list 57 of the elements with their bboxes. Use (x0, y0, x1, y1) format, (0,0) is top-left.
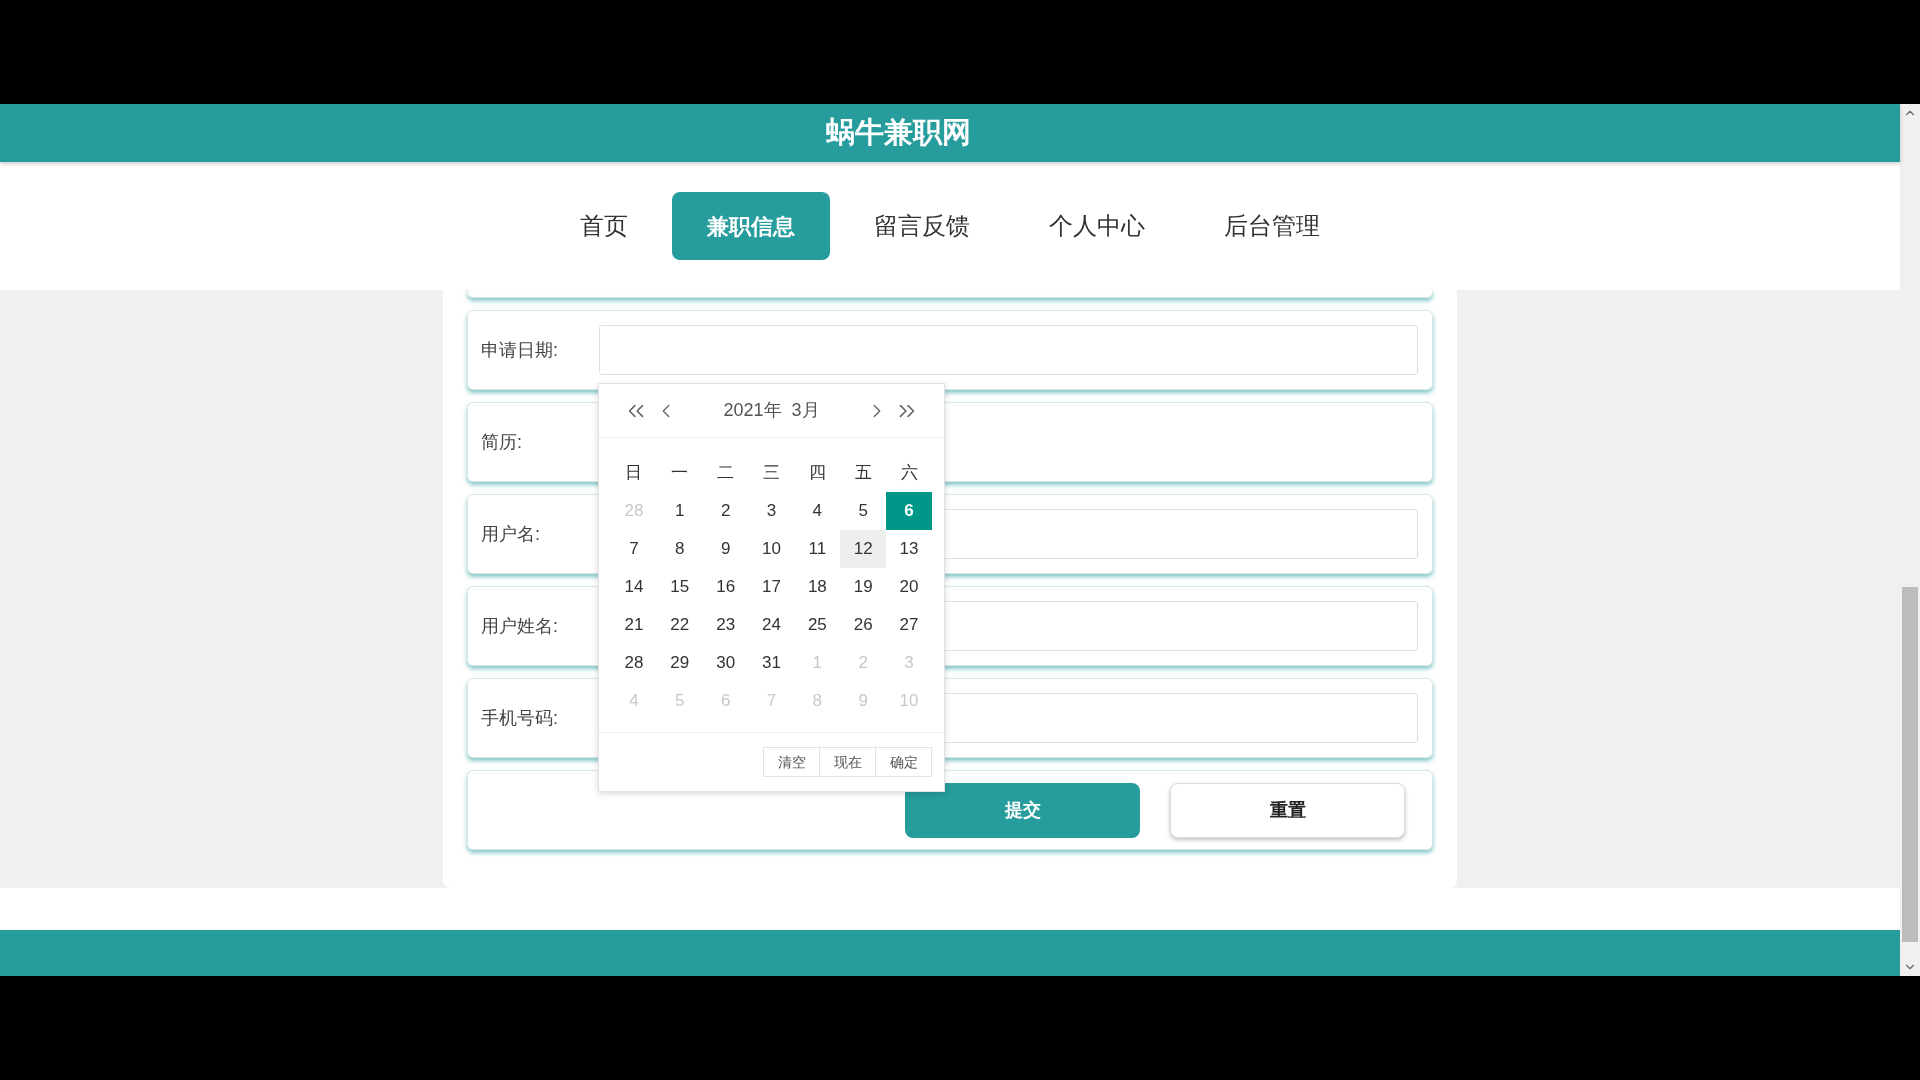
picker-action-button[interactable]: 清空 (763, 747, 820, 777)
calendar-day[interactable]: 21 (611, 606, 657, 644)
nav-tab[interactable]: 后台管理 (1189, 192, 1355, 260)
input-field[interactable] (599, 325, 1418, 375)
scrollbar[interactable] (1900, 104, 1920, 976)
calendar-day[interactable]: 12 (840, 530, 887, 568)
calendar-day[interactable]: 13 (886, 530, 932, 568)
calendar-day[interactable]: 3 (748, 492, 795, 530)
calendar-day[interactable]: 18 (794, 568, 841, 606)
scrollbar-thumb[interactable] (1902, 587, 1918, 942)
nav-tab[interactable]: 首页 (545, 192, 663, 260)
picker-action-button[interactable]: 现在 (819, 747, 876, 777)
calendar-day[interactable]: 30 (702, 644, 749, 682)
picker-action-button[interactable]: 确定 (875, 747, 932, 777)
calendar-day[interactable]: 27 (886, 606, 932, 644)
field-label: 用户姓名: (481, 614, 559, 638)
calendar-day[interactable]: 8 (656, 530, 703, 568)
calendar-day[interactable]: 22 (656, 606, 703, 644)
calendar-day[interactable]: 6 (886, 492, 932, 530)
weekday-header: 二 (716, 462, 736, 485)
calendar-day[interactable]: 7 (611, 530, 657, 568)
calendar-day[interactable]: 11 (794, 530, 841, 568)
field-label: 申请日期: (481, 338, 559, 362)
reset-button[interactable]: 重置 (1170, 782, 1405, 838)
calendar-day[interactable]: 19 (840, 568, 887, 606)
calendar-day[interactable]: 16 (702, 568, 749, 606)
calendar-day[interactable]: 25 (794, 606, 841, 644)
year-label[interactable]: 2021年 (723, 397, 782, 424)
weekday-header: 四 (807, 462, 827, 485)
weekday-header: 六 (899, 462, 919, 485)
field-label: 简历: (481, 430, 523, 454)
weekday-header: 三 (762, 462, 781, 485)
calendar-day[interactable]: 4 (794, 492, 841, 530)
calendar-day[interactable]: 31 (748, 644, 795, 682)
nav-tab[interactable]: 个人中心 (1014, 192, 1180, 260)
calendar-day[interactable]: 14 (611, 568, 657, 606)
weekday-header: 一 (670, 462, 690, 485)
calendar-day[interactable]: 15 (656, 568, 703, 606)
calendar-day[interactable]: 24 (748, 606, 795, 644)
calendar-day[interactable]: 28 (611, 644, 657, 682)
calendar-day[interactable]: 9 (702, 530, 749, 568)
calendar-day[interactable]: 26 (840, 606, 887, 644)
calendar-day[interactable]: 29 (656, 644, 703, 682)
weekday-header: 五 (853, 462, 873, 485)
calendar-day[interactable]: 23 (702, 606, 749, 644)
calendar-day[interactable]: 5 (840, 492, 887, 530)
site-title: 蜗牛兼职网 (825, 116, 971, 149)
month-label[interactable]: 3月 (791, 397, 820, 424)
calendar-day[interactable]: 2 (702, 492, 749, 530)
field-label: 手机号码: (481, 706, 559, 730)
calendar-day[interactable]: 1 (656, 492, 703, 530)
calendar-day[interactable]: 10 (748, 530, 795, 568)
calendar-day[interactable]: 20 (886, 568, 932, 606)
calendar-day[interactable]: 17 (748, 568, 795, 606)
weekday-header: 日 (624, 462, 644, 485)
nav-tab[interactable]: 留言反馈 (839, 192, 1005, 260)
field-label: 用户名: (481, 522, 541, 546)
